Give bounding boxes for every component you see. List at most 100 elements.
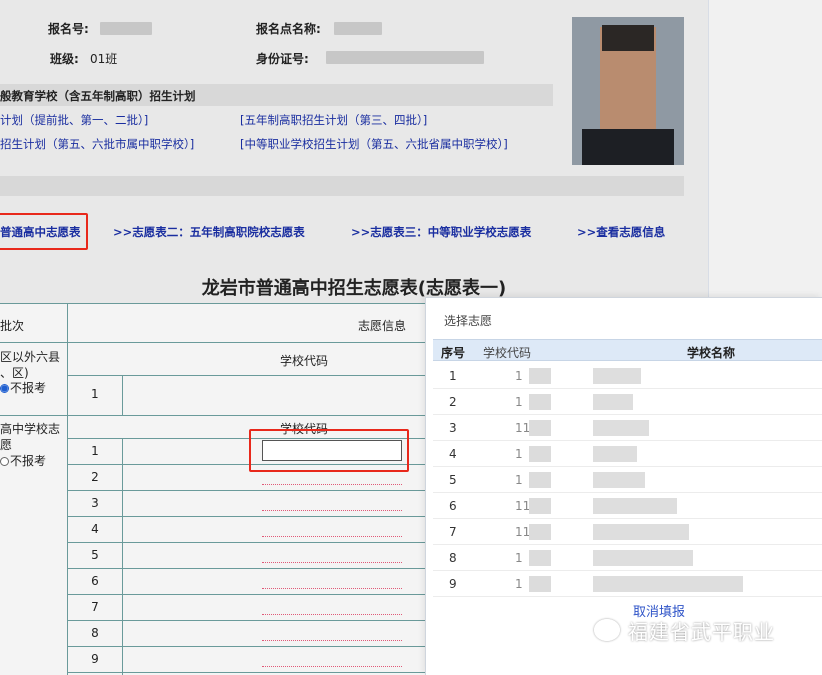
row-index: 7 bbox=[449, 525, 457, 539]
group1-skip-option[interactable]: 不报考 bbox=[0, 379, 46, 396]
name-redacted bbox=[593, 472, 645, 488]
reg-no-label: 报名号: bbox=[48, 22, 89, 36]
row-index: 8 bbox=[449, 551, 457, 565]
radio-unchecked-icon bbox=[0, 457, 9, 466]
school-option-row[interactable]: 6 11 bbox=[433, 493, 822, 519]
row-number: 8 bbox=[91, 626, 99, 640]
row-code: 11 bbox=[515, 421, 531, 435]
row-code: 1 bbox=[515, 369, 523, 383]
row-code: 1 bbox=[515, 395, 523, 409]
row-index: 3 bbox=[449, 421, 457, 435]
group1-skip-label: 不报考 bbox=[10, 381, 47, 395]
batch-header: 批次 bbox=[0, 319, 25, 333]
name-redacted bbox=[593, 368, 641, 384]
row-number: 1 bbox=[91, 444, 99, 458]
group2-skip-label: 不报考 bbox=[10, 454, 47, 468]
row-number: 6 bbox=[91, 574, 99, 588]
plan-section-title: 般教育学校（含五年制高职）招生计划 bbox=[0, 89, 196, 103]
school-code-input-5[interactable] bbox=[262, 562, 402, 563]
row-index: 1 bbox=[449, 369, 457, 383]
name-redacted bbox=[593, 420, 649, 436]
code-redacted bbox=[529, 420, 551, 436]
plan-link-five-year[interactable]: [五年制高职招生计划（第三、四批）] bbox=[240, 112, 427, 128]
code-redacted bbox=[529, 550, 551, 566]
class-label: 班级: bbox=[50, 52, 79, 66]
row-number: 5 bbox=[91, 548, 99, 562]
dialog-title: 选择志愿 bbox=[444, 314, 493, 328]
id-label: 身份证号: bbox=[256, 52, 309, 66]
code-redacted bbox=[529, 394, 551, 410]
info-header: 志愿信息 bbox=[358, 319, 407, 333]
id-value-redacted bbox=[326, 51, 484, 64]
school-option-row[interactable]: 2 1 bbox=[433, 389, 822, 415]
group1-label-line1: 区以外六县 bbox=[0, 350, 61, 364]
row-code: 1 bbox=[515, 577, 523, 591]
school-option-row[interactable]: 7 11 bbox=[433, 519, 822, 545]
site-label: 报名点名称: bbox=[256, 22, 321, 36]
group2-label-line1: 高中学校志 bbox=[0, 422, 61, 436]
row-index: 9 bbox=[449, 577, 457, 591]
plan-link-first-batches[interactable]: 计划（提前批、第一、二批）] bbox=[0, 112, 148, 128]
row-index: 5 bbox=[449, 473, 457, 487]
school-option-row[interactable]: 1 1 bbox=[433, 363, 822, 389]
col-index-header: 序号 bbox=[441, 346, 466, 360]
code-redacted bbox=[529, 498, 551, 514]
row-number: 7 bbox=[91, 600, 99, 614]
class-value: 01班 bbox=[90, 52, 118, 66]
group2-skip-option[interactable]: 不报考 bbox=[0, 452, 46, 469]
name-redacted bbox=[593, 446, 637, 462]
school-code-input-8[interactable] bbox=[262, 640, 402, 641]
dialog-table-header: 序号 学校代码 学校名称 bbox=[433, 339, 822, 361]
code-redacted bbox=[529, 446, 551, 462]
name-redacted bbox=[593, 498, 677, 514]
row-index: 6 bbox=[449, 499, 457, 513]
school-option-row[interactable]: 3 11 bbox=[433, 415, 822, 441]
separator-band bbox=[0, 176, 684, 196]
radio-checked-icon bbox=[0, 384, 9, 393]
row-number: 2 bbox=[91, 470, 99, 484]
school-code-input-3[interactable] bbox=[262, 510, 402, 511]
tab-five-year-vocational[interactable]: >>志愿表二：五年制高职院校志愿表 bbox=[113, 224, 305, 240]
highlight-input-frame bbox=[249, 429, 409, 472]
row-code: 11 bbox=[515, 525, 531, 539]
school-code-input-7[interactable] bbox=[262, 614, 402, 615]
col-name-header: 学校名称 bbox=[687, 346, 736, 360]
school-code-input-2[interactable] bbox=[262, 484, 402, 485]
col-code-header: 学校代码 bbox=[483, 346, 532, 360]
school-option-row[interactable]: 4 1 bbox=[433, 441, 822, 467]
school-code-input-9[interactable] bbox=[262, 666, 402, 667]
group1-row-number: 1 bbox=[91, 387, 99, 401]
school-code-input-4[interactable] bbox=[262, 536, 402, 537]
student-photo bbox=[572, 17, 684, 165]
name-redacted bbox=[593, 550, 693, 566]
reg-no-value-redacted bbox=[100, 22, 152, 35]
row-code: 11 bbox=[515, 499, 531, 513]
row-number: 9 bbox=[91, 652, 99, 666]
row-index: 4 bbox=[449, 447, 457, 461]
school-option-row[interactable]: 9 1 bbox=[433, 571, 822, 597]
group2-label-line2: 愿 bbox=[0, 438, 13, 452]
school-code-input-6[interactable] bbox=[262, 588, 402, 589]
plan-link-city-vocational[interactable]: 招生计划（第五、六批市属中职学校）] bbox=[0, 136, 194, 152]
row-code: 1 bbox=[515, 447, 523, 461]
row-number: 3 bbox=[91, 496, 99, 510]
school-option-row[interactable]: 8 1 bbox=[433, 545, 822, 571]
group1-school-code-header: 学校代码 bbox=[280, 354, 329, 368]
wechat-icon bbox=[594, 619, 620, 641]
plan-link-province-vocational[interactable]: [中等职业学校招生计划（第五、六批省属中职学校）] bbox=[240, 136, 508, 152]
row-code: 1 bbox=[515, 473, 523, 487]
name-redacted bbox=[593, 394, 633, 410]
tab-view-application[interactable]: >>查看志愿信息 bbox=[577, 224, 665, 240]
school-option-row[interactable]: 5 1 bbox=[433, 467, 822, 493]
row-number: 4 bbox=[91, 522, 99, 536]
row-index: 2 bbox=[449, 395, 457, 409]
tab-secondary-vocational[interactable]: >>志愿表三：中等职业学校志愿表 bbox=[351, 224, 531, 240]
row-code: 1 bbox=[515, 551, 523, 565]
name-redacted bbox=[593, 524, 689, 540]
site-value-redacted bbox=[334, 22, 382, 35]
code-redacted bbox=[529, 524, 551, 540]
code-redacted bbox=[529, 576, 551, 592]
code-redacted bbox=[529, 368, 551, 384]
watermark-text: 福建省武平职业 bbox=[628, 620, 775, 644]
highlight-tab-frame bbox=[0, 213, 88, 250]
